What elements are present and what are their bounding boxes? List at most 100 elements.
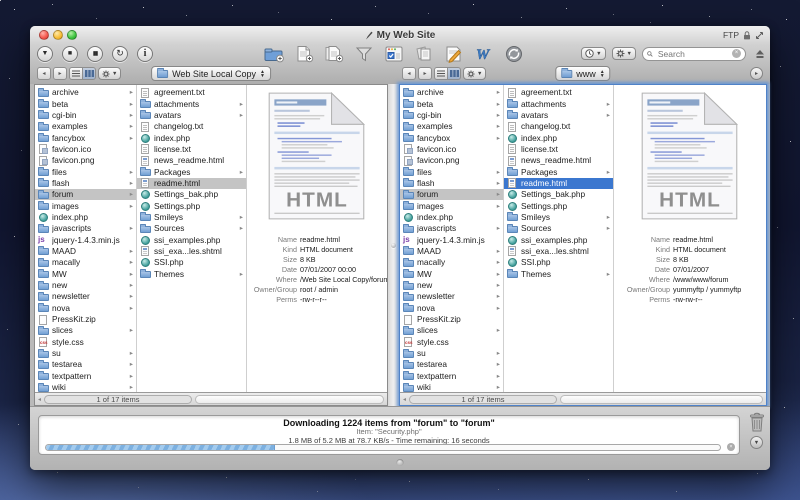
file-row[interactable]: slices: [35, 325, 136, 336]
connect-button[interactable]: ▸: [750, 67, 763, 80]
file-row[interactable]: testarea: [35, 359, 136, 370]
file-row[interactable]: favicon.ico: [35, 144, 136, 155]
horizontal-scrollbar[interactable]: [195, 395, 384, 404]
file-row[interactable]: files: [35, 166, 136, 177]
right-pane-actions-dropdown[interactable]: ▼: [463, 67, 486, 80]
file-row[interactable]: jquery-1.4.3.min.js: [35, 234, 136, 245]
forward-button[interactable]: ▸: [53, 67, 67, 80]
file-row[interactable]: style.css: [35, 337, 136, 348]
scroll-left-icon[interactable]: ◂: [403, 396, 406, 403]
file-row[interactable]: Settings.php: [137, 200, 246, 211]
file-row[interactable]: newsletter: [400, 291, 503, 302]
file-row[interactable]: ssi_exa...les.shtml: [504, 246, 613, 257]
file-row[interactable]: news_readme.html: [504, 155, 613, 166]
edit-button[interactable]: [442, 44, 466, 63]
file-row[interactable]: newsletter: [35, 291, 136, 302]
file-row[interactable]: Sources: [504, 223, 613, 234]
file-row[interactable]: testarea: [400, 359, 503, 370]
horizontal-scrollbar[interactable]: [560, 395, 763, 404]
pane-divider[interactable]: [388, 84, 399, 406]
file-row[interactable]: archive: [400, 87, 503, 98]
file-row[interactable]: Settings_bak.php: [137, 189, 246, 200]
download-button[interactable]: ▼: [37, 46, 53, 62]
file-row[interactable]: cgi-bin: [400, 110, 503, 121]
file-row[interactable]: license.txt: [137, 144, 246, 155]
file-row[interactable]: Themes: [137, 269, 246, 280]
file-row[interactable]: MAAD: [400, 246, 503, 257]
file-row[interactable]: MAAD: [35, 246, 136, 257]
file-row[interactable]: ssi_examples.php: [504, 234, 613, 245]
file-row[interactable]: slices: [400, 325, 503, 336]
file-row[interactable]: nova: [35, 303, 136, 314]
file-row[interactable]: index.php: [35, 212, 136, 223]
file-row[interactable]: examples: [400, 121, 503, 132]
forward-button[interactable]: ▸: [418, 67, 432, 80]
info-button[interactable]: i: [137, 46, 153, 62]
file-row[interactable]: files: [400, 166, 503, 177]
file-row[interactable]: javascripts: [35, 223, 136, 234]
file-row[interactable]: favicon.ico: [400, 144, 503, 155]
file-row[interactable]: PressKit.zip: [35, 314, 136, 325]
back-button[interactable]: ◂: [402, 67, 416, 80]
file-row[interactable]: attachments: [504, 98, 613, 109]
pause-button[interactable]: ▮▮: [87, 46, 103, 62]
file-row[interactable]: index.php: [504, 132, 613, 143]
file-row[interactable]: fancybox: [35, 132, 136, 143]
file-row[interactable]: new: [35, 280, 136, 291]
file-row[interactable]: examples: [35, 121, 136, 132]
file-row[interactable]: license.txt: [504, 144, 613, 155]
file-row[interactable]: SSI.php: [504, 257, 613, 268]
file-row[interactable]: news_readme.html: [137, 155, 246, 166]
eject-button[interactable]: [754, 48, 766, 60]
file-row[interactable]: Smileys: [504, 212, 613, 223]
search-field[interactable]: ×: [642, 47, 746, 61]
file-row[interactable]: MW: [35, 269, 136, 280]
file-row[interactable]: macally: [400, 257, 503, 268]
column-view-button[interactable]: [447, 67, 461, 80]
file-row[interactable]: Packages: [504, 166, 613, 177]
actions-dropdown[interactable]: ▼: [612, 47, 636, 60]
web-preview-button[interactable]: W: [472, 44, 496, 63]
refresh-button[interactable]: ↻: [112, 46, 128, 62]
file-row[interactable]: index.php: [137, 132, 246, 143]
file-row[interactable]: forum: [35, 189, 136, 200]
cancel-transfer-icon[interactable]: ×: [727, 443, 735, 451]
file-row[interactable]: attachments: [137, 98, 246, 109]
list-view-button[interactable]: [69, 67, 83, 80]
stop-button[interactable]: ■: [62, 46, 78, 62]
file-row[interactable]: forum: [400, 189, 503, 200]
file-row[interactable]: index.php: [400, 212, 503, 223]
queue-button[interactable]: [382, 44, 406, 63]
file-row[interactable]: favicon.png: [35, 155, 136, 166]
file-row[interactable]: fancybox: [400, 132, 503, 143]
file-row[interactable]: agreement.txt: [137, 87, 246, 98]
file-row[interactable]: readme.html: [504, 178, 613, 189]
left-pane-actions-dropdown[interactable]: ▼: [98, 67, 121, 80]
file-row[interactable]: Settings_bak.php: [504, 189, 613, 200]
file-row[interactable]: nova: [400, 303, 503, 314]
trash-icon[interactable]: [749, 412, 765, 433]
back-button[interactable]: ◂: [37, 67, 51, 80]
file-row[interactable]: Packages: [137, 166, 246, 177]
file-row[interactable]: Settings.php: [504, 200, 613, 211]
file-row[interactable]: SSI.php: [137, 257, 246, 268]
title-bar[interactable]: My Web Site FTP: [30, 26, 770, 45]
file-row[interactable]: changelog.txt: [504, 121, 613, 132]
list-view-button[interactable]: [434, 67, 448, 80]
file-row[interactable]: images: [400, 200, 503, 211]
new-folder-button[interactable]: [262, 44, 286, 63]
new-file-button[interactable]: [292, 44, 316, 63]
file-row[interactable]: macally: [35, 257, 136, 268]
file-row[interactable]: readme.html: [137, 178, 246, 189]
history-dropdown[interactable]: ▼: [581, 47, 605, 60]
file-row[interactable]: javascripts: [400, 223, 503, 234]
file-row[interactable]: textpattern: [400, 371, 503, 382]
file-row[interactable]: wiki: [35, 382, 136, 392]
filter-button[interactable]: [352, 44, 376, 63]
local-path-dropdown[interactable]: Web Site Local Copy ▲▼: [151, 66, 271, 81]
window-grip-icon[interactable]: [397, 459, 404, 466]
file-row[interactable]: PressKit.zip: [400, 314, 503, 325]
file-row[interactable]: textpattern: [35, 371, 136, 382]
file-row[interactable]: avatars: [137, 110, 246, 121]
scroll-left-icon[interactable]: ◂: [38, 396, 41, 403]
